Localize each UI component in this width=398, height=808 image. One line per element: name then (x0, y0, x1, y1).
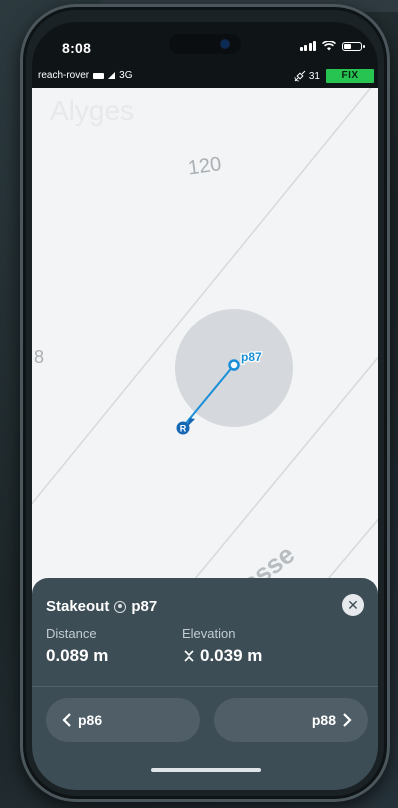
home-indicator[interactable] (151, 768, 261, 772)
distance-label: Distance (46, 626, 97, 641)
satellite-count: 31 (308, 70, 320, 82)
status-time: 8:08 (62, 40, 92, 56)
map-height-label: 120 (187, 153, 223, 179)
system-icons (299, 40, 365, 52)
map-canvas: Alyges 120 8 asse p87 R (32, 88, 378, 618)
road-edge-line (32, 88, 372, 505)
battery-icon (342, 41, 365, 51)
rover-battery-icon (93, 72, 105, 79)
cellular-signal-icon (299, 41, 316, 51)
target-point-icon (114, 600, 127, 613)
previous-point-label: p86 (78, 712, 103, 728)
rover-name: reach-rover (38, 70, 90, 81)
satellite-icon (294, 70, 306, 82)
camera-icon (221, 40, 229, 48)
distance-value: 0.089 m (46, 646, 109, 665)
previous-point-button[interactable]: p86 (46, 698, 200, 742)
map-place-label: Alyges (50, 95, 134, 126)
stakeout-title-row: Stakeout p87 (46, 598, 157, 615)
stakeout-panel: Stakeout p87 ✕ Distance 0.089 m Elevatio… (32, 578, 378, 790)
dynamic-island (169, 34, 241, 54)
wifi-icon (322, 41, 336, 51)
close-button[interactable]: ✕ (342, 594, 364, 616)
next-point-label: p88 (311, 712, 336, 728)
map-edge-label: 8 (34, 347, 44, 367)
app-screen: 8:08 reach-rover 3G 31 FIX Alyges 120 8 … (32, 22, 378, 790)
map-view[interactable]: Alyges 120 8 asse p87 R (32, 88, 378, 618)
target-point-marker[interactable] (228, 359, 240, 371)
target-point-label: p87 (241, 350, 262, 364)
ios-status-bar: 8:08 (32, 22, 378, 66)
panel-divider (32, 686, 378, 687)
rover-network: 3G (119, 70, 133, 81)
stakeout-title: Stakeout (46, 598, 110, 615)
chevron-right-icon (343, 713, 352, 727)
next-point-button[interactable]: p88 (214, 698, 368, 742)
chevron-left-icon (62, 713, 71, 727)
elevation-label: Elevation (182, 626, 236, 641)
elevation-value: 0.039 m (200, 646, 263, 665)
stakeout-point-name: p87 (131, 598, 158, 615)
rover-status-bar[interactable]: reach-rover 3G 31 FIX (32, 68, 378, 86)
elevation-converge-icon (184, 650, 194, 662)
rover-marker-letter: R (180, 424, 187, 434)
rover-signal-icon (108, 72, 116, 79)
fix-status-badge: FIX (326, 69, 374, 83)
